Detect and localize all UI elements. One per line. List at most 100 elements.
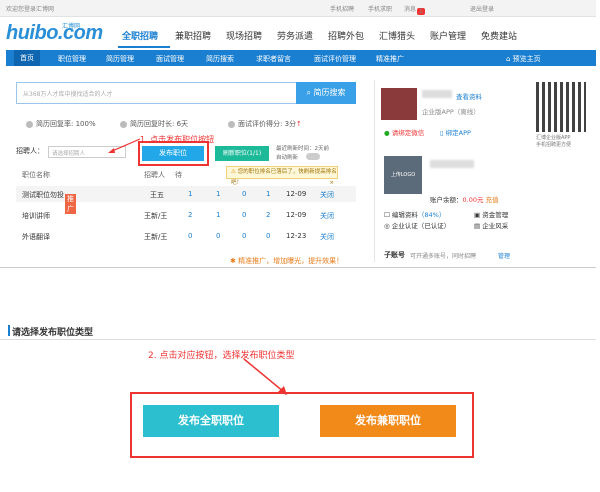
fund-manage-link[interactable]: ▣ 资金管理 <box>474 209 508 219</box>
nav-dispatch[interactable]: 劳务派遣 <box>277 29 313 42</box>
subnav-resume-search[interactable]: 简历搜索 <box>206 54 234 64</box>
reply-rate: 简历回复率: 100% <box>36 120 96 128</box>
subnav-resumes[interactable]: 简历管理 <box>106 54 134 64</box>
bind-app-link[interactable]: ▯ 绑定APP <box>440 127 471 137</box>
count-1[interactable]: 1 <box>188 190 192 198</box>
count-2[interactable]: 1 <box>216 211 220 219</box>
logo-subtitle: 汇博网 <box>62 23 81 30</box>
auto-refresh-toggle[interactable] <box>306 153 320 160</box>
nav-onsite[interactable]: 现场招聘 <box>226 29 262 42</box>
count-4[interactable]: 0 <box>266 232 270 240</box>
mobile-job-link[interactable]: 手机求职 <box>368 4 392 13</box>
preview-homepage-link[interactable]: ⌂ 预览主页 <box>506 54 541 64</box>
welcome-text: 欢迎您登录汇博网 <box>6 6 55 13</box>
count-3[interactable]: 0 <box>242 190 246 198</box>
site-logo[interactable]: huibo.com <box>6 22 103 45</box>
subnav-interviews[interactable]: 面试管理 <box>156 54 184 64</box>
score-icon <box>228 120 235 128</box>
mobile-recruit-link[interactable]: 手机招聘 <box>330 4 354 13</box>
subnav-evaluations[interactable]: 面试评价管理 <box>314 54 356 64</box>
count-4[interactable]: 2 <box>266 211 270 219</box>
nav-parttime[interactable]: 兼职招聘 <box>175 29 211 42</box>
search-icon: ⌕ <box>306 88 314 97</box>
home-icon: ⌂ <box>506 55 513 63</box>
upload-logo-box[interactable]: 上传LOGO <box>384 156 422 194</box>
qr-caption-1: 汇博企业版APP <box>536 135 571 141</box>
nav-active-indicator <box>118 46 170 48</box>
nav-fulltime[interactable]: 全职招聘 <box>122 29 158 42</box>
job-type-section-title: 请选择发布职位类型 <box>12 328 94 338</box>
edit-profile-link[interactable]: ☐ 编辑资料（84%） <box>384 209 445 219</box>
company-avatar[interactable] <box>381 88 417 120</box>
recruiter-label: 招聘人： <box>16 147 44 155</box>
count-3[interactable]: 0 <box>242 211 246 219</box>
cert-link[interactable]: ◎ 企业认证（已认证） <box>384 220 450 230</box>
post-parttime-job-button[interactable]: 发布兼职职位 <box>320 405 456 437</box>
nav-account[interactable]: 账户管理 <box>430 29 466 42</box>
section-divider <box>0 339 596 340</box>
job-name[interactable]: 测试职位勿投 <box>22 191 64 199</box>
col-pending: 待 <box>175 171 182 179</box>
reply-time-icon <box>120 120 127 128</box>
annotation-arrow-1 <box>108 138 141 153</box>
count-1[interactable]: 2 <box>188 211 192 219</box>
message-count-badge: 1 <box>417 8 425 15</box>
table-row: 培训讲师 王新/王 2 1 0 2 12-09 关闭 <box>16 207 356 223</box>
sub-nav: 首页 职位管理 简历管理 面试管理 简历搜索 求职者留言 面试评价管理 精准推广… <box>6 50 596 66</box>
job-date: 12-23 <box>286 232 307 240</box>
promotion-link[interactable]: ✱ 精准推广，增加曝光，提升效果！ <box>230 256 343 266</box>
shield-icon: ◎ <box>384 222 392 230</box>
recruiter-name: 王新/王 <box>144 212 168 220</box>
last-refresh-time: 最近刷新时间：2天前 <box>276 146 329 152</box>
app-qr-code <box>536 82 586 132</box>
reply-time: 简历回复时长: 6天 <box>130 120 189 128</box>
count-4[interactable]: 1 <box>266 190 270 198</box>
subnav-messages[interactable]: 求职者留言 <box>256 54 291 64</box>
talent-search-input[interactable]: 从368万人才库中搜找适合的人才 <box>16 82 296 104</box>
subnav-promotion[interactable]: 精准推广 <box>376 54 404 64</box>
view-profile-link[interactable]: 查看资料 <box>456 91 482 101</box>
close-job-link[interactable]: 关闭 <box>320 190 334 200</box>
count-1[interactable]: 0 <box>188 232 192 240</box>
warning-icon: ⚠ <box>231 169 238 175</box>
subnav-home[interactable]: 首页 <box>14 50 40 66</box>
building-icon: ▤ <box>474 222 483 230</box>
nav-outsource[interactable]: 招聘外包 <box>328 29 364 42</box>
company-name-blurred <box>422 90 452 98</box>
qr-caption-2: 手机招聘更方便 <box>536 142 572 148</box>
job-name[interactable]: 培训讲师 <box>22 211 50 221</box>
wallet-icon: ▣ <box>474 211 483 219</box>
count-2[interactable]: 1 <box>216 190 220 198</box>
col-job-name: 职位名称 <box>22 171 50 179</box>
section-accent-bar <box>8 325 10 336</box>
job-date: 12-09 <box>286 211 307 219</box>
refresh-jobs-button[interactable]: 刷新职位(1/1) <box>215 146 269 161</box>
col-recruiter: 招聘人 <box>144 171 165 179</box>
nav-website[interactable]: 免费建站 <box>481 29 517 42</box>
auto-refresh-label: 自动刷新 <box>276 155 299 161</box>
close-job-link[interactable]: 关闭 <box>320 232 334 242</box>
edit-icon: ☐ <box>384 211 392 219</box>
subnav-jobs[interactable]: 职位管理 <box>58 54 86 64</box>
reply-rate-icon <box>26 120 33 128</box>
company-showcase-link[interactable]: ▤ 企业风采 <box>474 220 508 230</box>
job-date: 12-09 <box>286 190 307 198</box>
megaphone-icon: ✱ <box>230 257 239 265</box>
resume-search-button[interactable]: ⌕ 简历搜索 <box>296 82 356 104</box>
subaccount-manage-link[interactable]: 管理 <box>498 251 510 260</box>
subaccount-label: 子账号 <box>384 251 405 259</box>
close-job-link[interactable]: 关闭 <box>320 211 334 221</box>
messages-link[interactable]: 消息 1 <box>404 4 425 15</box>
top-bar: 欢迎您登录汇博网 手机招聘 手机求职 消息 1 退出登录 <box>0 0 596 17</box>
post-fulltime-job-button[interactable]: 发布全职职位 <box>143 405 279 437</box>
post-job-button[interactable]: 发布职位 <box>142 146 204 161</box>
job-name[interactable]: 外语翻译 <box>22 232 50 242</box>
recharge-link[interactable]: 充值 <box>486 196 499 204</box>
balance-row: 账户余额：0.00元 充值 <box>430 196 499 204</box>
nav-headhunter[interactable]: 汇博猎头 <box>379 29 415 42</box>
bind-wechat-link[interactable]: ● 请绑定微信 <box>384 127 424 137</box>
table-row: 测试职位勿投 推广 王五 1 1 0 1 12-09 关闭 <box>16 186 356 214</box>
count-2[interactable]: 0 <box>216 232 220 240</box>
count-3[interactable]: 0 <box>242 232 246 240</box>
logout-link[interactable]: 退出登录 <box>470 4 494 13</box>
